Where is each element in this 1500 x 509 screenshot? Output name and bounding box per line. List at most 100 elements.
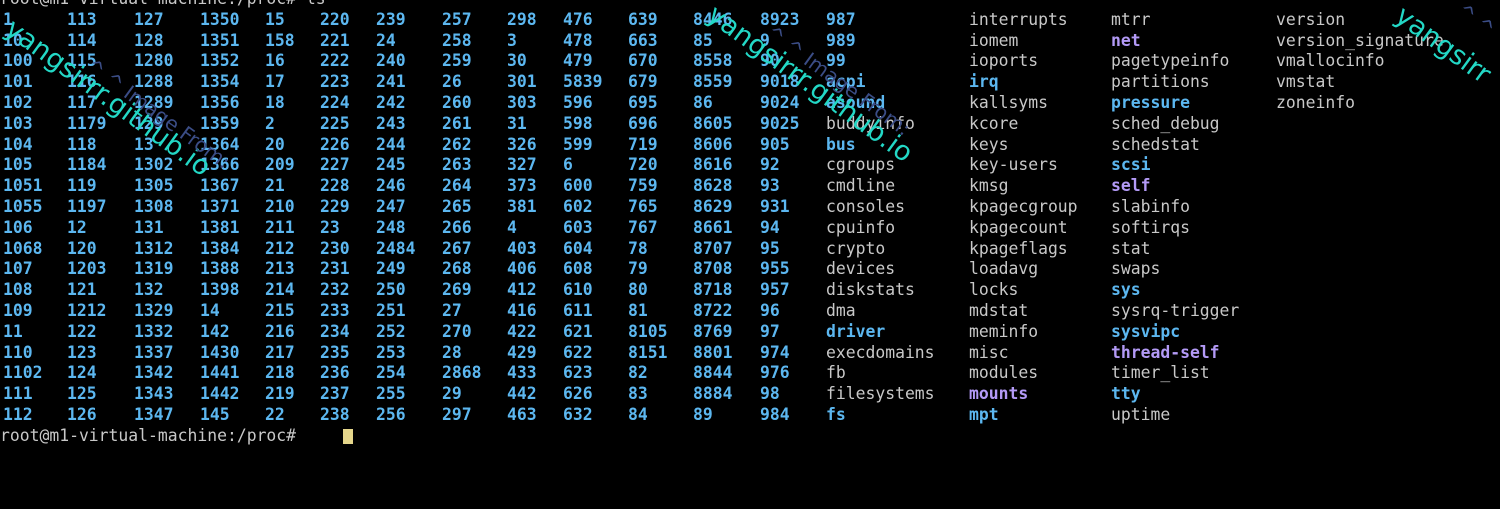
process-dir-entry: 429 [507, 342, 537, 362]
process-dir-entry: 106 [3, 217, 33, 237]
process-dir-entry: 1342 [134, 363, 174, 383]
proc-file-entry: crypto [826, 238, 886, 258]
terminal-window[interactable]: root@m1-virtual-machine:/proc# ls 110100… [0, 0, 1500, 449]
proc-file-entry: iomem [969, 30, 1019, 50]
process-dir-entry: 252 [376, 321, 406, 341]
proc-file-entry: keys [969, 134, 1009, 154]
command-line: root@m1-virtual-machine:/proc# ls [0, 0, 1500, 10]
process-dir-entry: 8606 [693, 134, 733, 154]
process-dir-entry: 116 [67, 72, 97, 92]
process-dir-entry: 719 [628, 134, 658, 154]
process-dir-entry: 113 [67, 9, 97, 29]
process-dir-entry: 373 [507, 176, 537, 196]
process-dir-entry: 89 [693, 404, 713, 424]
process-dir-entry: 8105 [628, 321, 668, 341]
process-dir-entry: 126 [67, 404, 97, 424]
process-dir-entry: 4 [507, 217, 517, 237]
process-dir-entry: 1308 [134, 196, 174, 216]
process-dir-entry: 240 [376, 51, 406, 71]
proc-file-entry: sched_debug [1111, 113, 1220, 133]
process-dir-entry: 8718 [693, 280, 733, 300]
process-dir-entry: 1055 [3, 196, 43, 216]
proc-dir-entry: mounts [969, 384, 1029, 404]
process-dir-entry: 131 [134, 217, 164, 237]
proc-file-entry: kcore [969, 113, 1019, 133]
proc-file-entry: key-users [969, 155, 1058, 175]
process-dir-entry: 13 [134, 134, 154, 154]
process-dir-entry: 9024 [760, 92, 800, 112]
process-dir-entry: 1305 [134, 176, 174, 196]
process-dir-entry: 670 [628, 51, 658, 71]
process-dir-entry: 124 [67, 363, 97, 383]
process-dir-entry: 1343 [134, 384, 174, 404]
process-dir-entry: 1280 [134, 51, 174, 71]
process-dir-entry: 1351 [200, 30, 240, 50]
process-dir-entry: 433 [507, 363, 537, 383]
process-dir-entry: 82 [628, 363, 648, 383]
process-dir-entry: 1442 [200, 384, 240, 404]
process-dir-entry: 269 [442, 280, 472, 300]
process-dir-entry: 79 [628, 259, 648, 279]
process-dir-entry: 663 [628, 30, 658, 50]
process-dir-entry: 5839 [563, 72, 603, 92]
process-dir-entry: 253 [376, 342, 406, 362]
process-dir-entry: 8558 [693, 51, 733, 71]
process-dir-entry: 84 [628, 404, 648, 424]
process-dir-entry: 266 [442, 217, 472, 237]
proc-file-entry: pagetypeinfo [1111, 51, 1230, 71]
process-dir-entry: 8707 [693, 238, 733, 258]
proc-file-entry: buddyinfo [826, 113, 915, 133]
process-dir-entry: 1441 [200, 363, 240, 383]
proc-file-entry: misc [969, 342, 1009, 362]
final-prompt-line[interactable]: root@m1-virtual-machine:/proc# [0, 426, 1500, 447]
process-dir-entry: 132 [134, 280, 164, 300]
process-dir-entry: 265 [442, 196, 472, 216]
process-dir-entry: 8151 [628, 342, 668, 362]
proc-file-entry: execdomains [826, 342, 935, 362]
process-dir-entry: 974 [760, 342, 790, 362]
process-dir-entry: 223 [320, 72, 350, 92]
process-dir-entry: 214 [265, 280, 295, 300]
proc-dir-entry: irq [969, 72, 999, 92]
process-dir-entry: 237 [320, 384, 350, 404]
process-dir-entry: 22 [265, 404, 285, 424]
process-dir-entry: 8801 [693, 342, 733, 362]
process-dir-entry: 231 [320, 259, 350, 279]
process-dir-entry: 101 [3, 72, 33, 92]
proc-file-entry: timer_list [1111, 363, 1210, 383]
process-dir-entry: 244 [376, 134, 406, 154]
proc-dir-entry: self [1111, 176, 1151, 196]
process-dir-entry: 31 [507, 113, 527, 133]
process-dir-entry: 260 [442, 92, 472, 112]
process-dir-entry: 100 [3, 51, 33, 71]
process-dir-entry: 1179 [67, 113, 107, 133]
proc-file-entry: kpagecount [969, 217, 1068, 237]
process-dir-entry: 1329 [134, 300, 174, 320]
process-dir-entry: 107 [3, 259, 33, 279]
process-dir-entry: 297 [442, 404, 472, 424]
proc-file-entry: cmdline [826, 176, 896, 196]
process-dir-entry: 416 [507, 300, 537, 320]
process-dir-entry: 270 [442, 321, 472, 341]
process-dir-entry: 1102 [3, 363, 43, 383]
process-dir-entry: 108 [3, 280, 33, 300]
process-dir-entry: 104 [3, 134, 33, 154]
process-dir-entry: 92 [760, 155, 780, 175]
process-dir-entry: 1367 [200, 176, 240, 196]
proc-file-entry: filesystems [826, 384, 935, 404]
process-dir-entry: 81 [628, 300, 648, 320]
process-dir-entry: 249 [376, 259, 406, 279]
proc-file-entry: diskstats [826, 280, 915, 300]
process-dir-entry: 1350 [200, 9, 240, 29]
proc-dir-entry: pressure [1111, 92, 1190, 112]
process-dir-entry: 1312 [134, 238, 174, 258]
process-dir-entry: 233 [320, 300, 350, 320]
process-dir-entry: 8884 [693, 384, 733, 404]
process-dir-entry: 103 [3, 113, 33, 133]
process-dir-entry: 602 [563, 196, 593, 216]
process-dir-entry: 603 [563, 217, 593, 237]
proc-file-entry: mtrr [1111, 9, 1151, 29]
process-dir-entry: 1337 [134, 342, 174, 362]
proc-file-entry: cpuinfo [826, 217, 896, 237]
process-dir-entry: 604 [563, 238, 593, 258]
